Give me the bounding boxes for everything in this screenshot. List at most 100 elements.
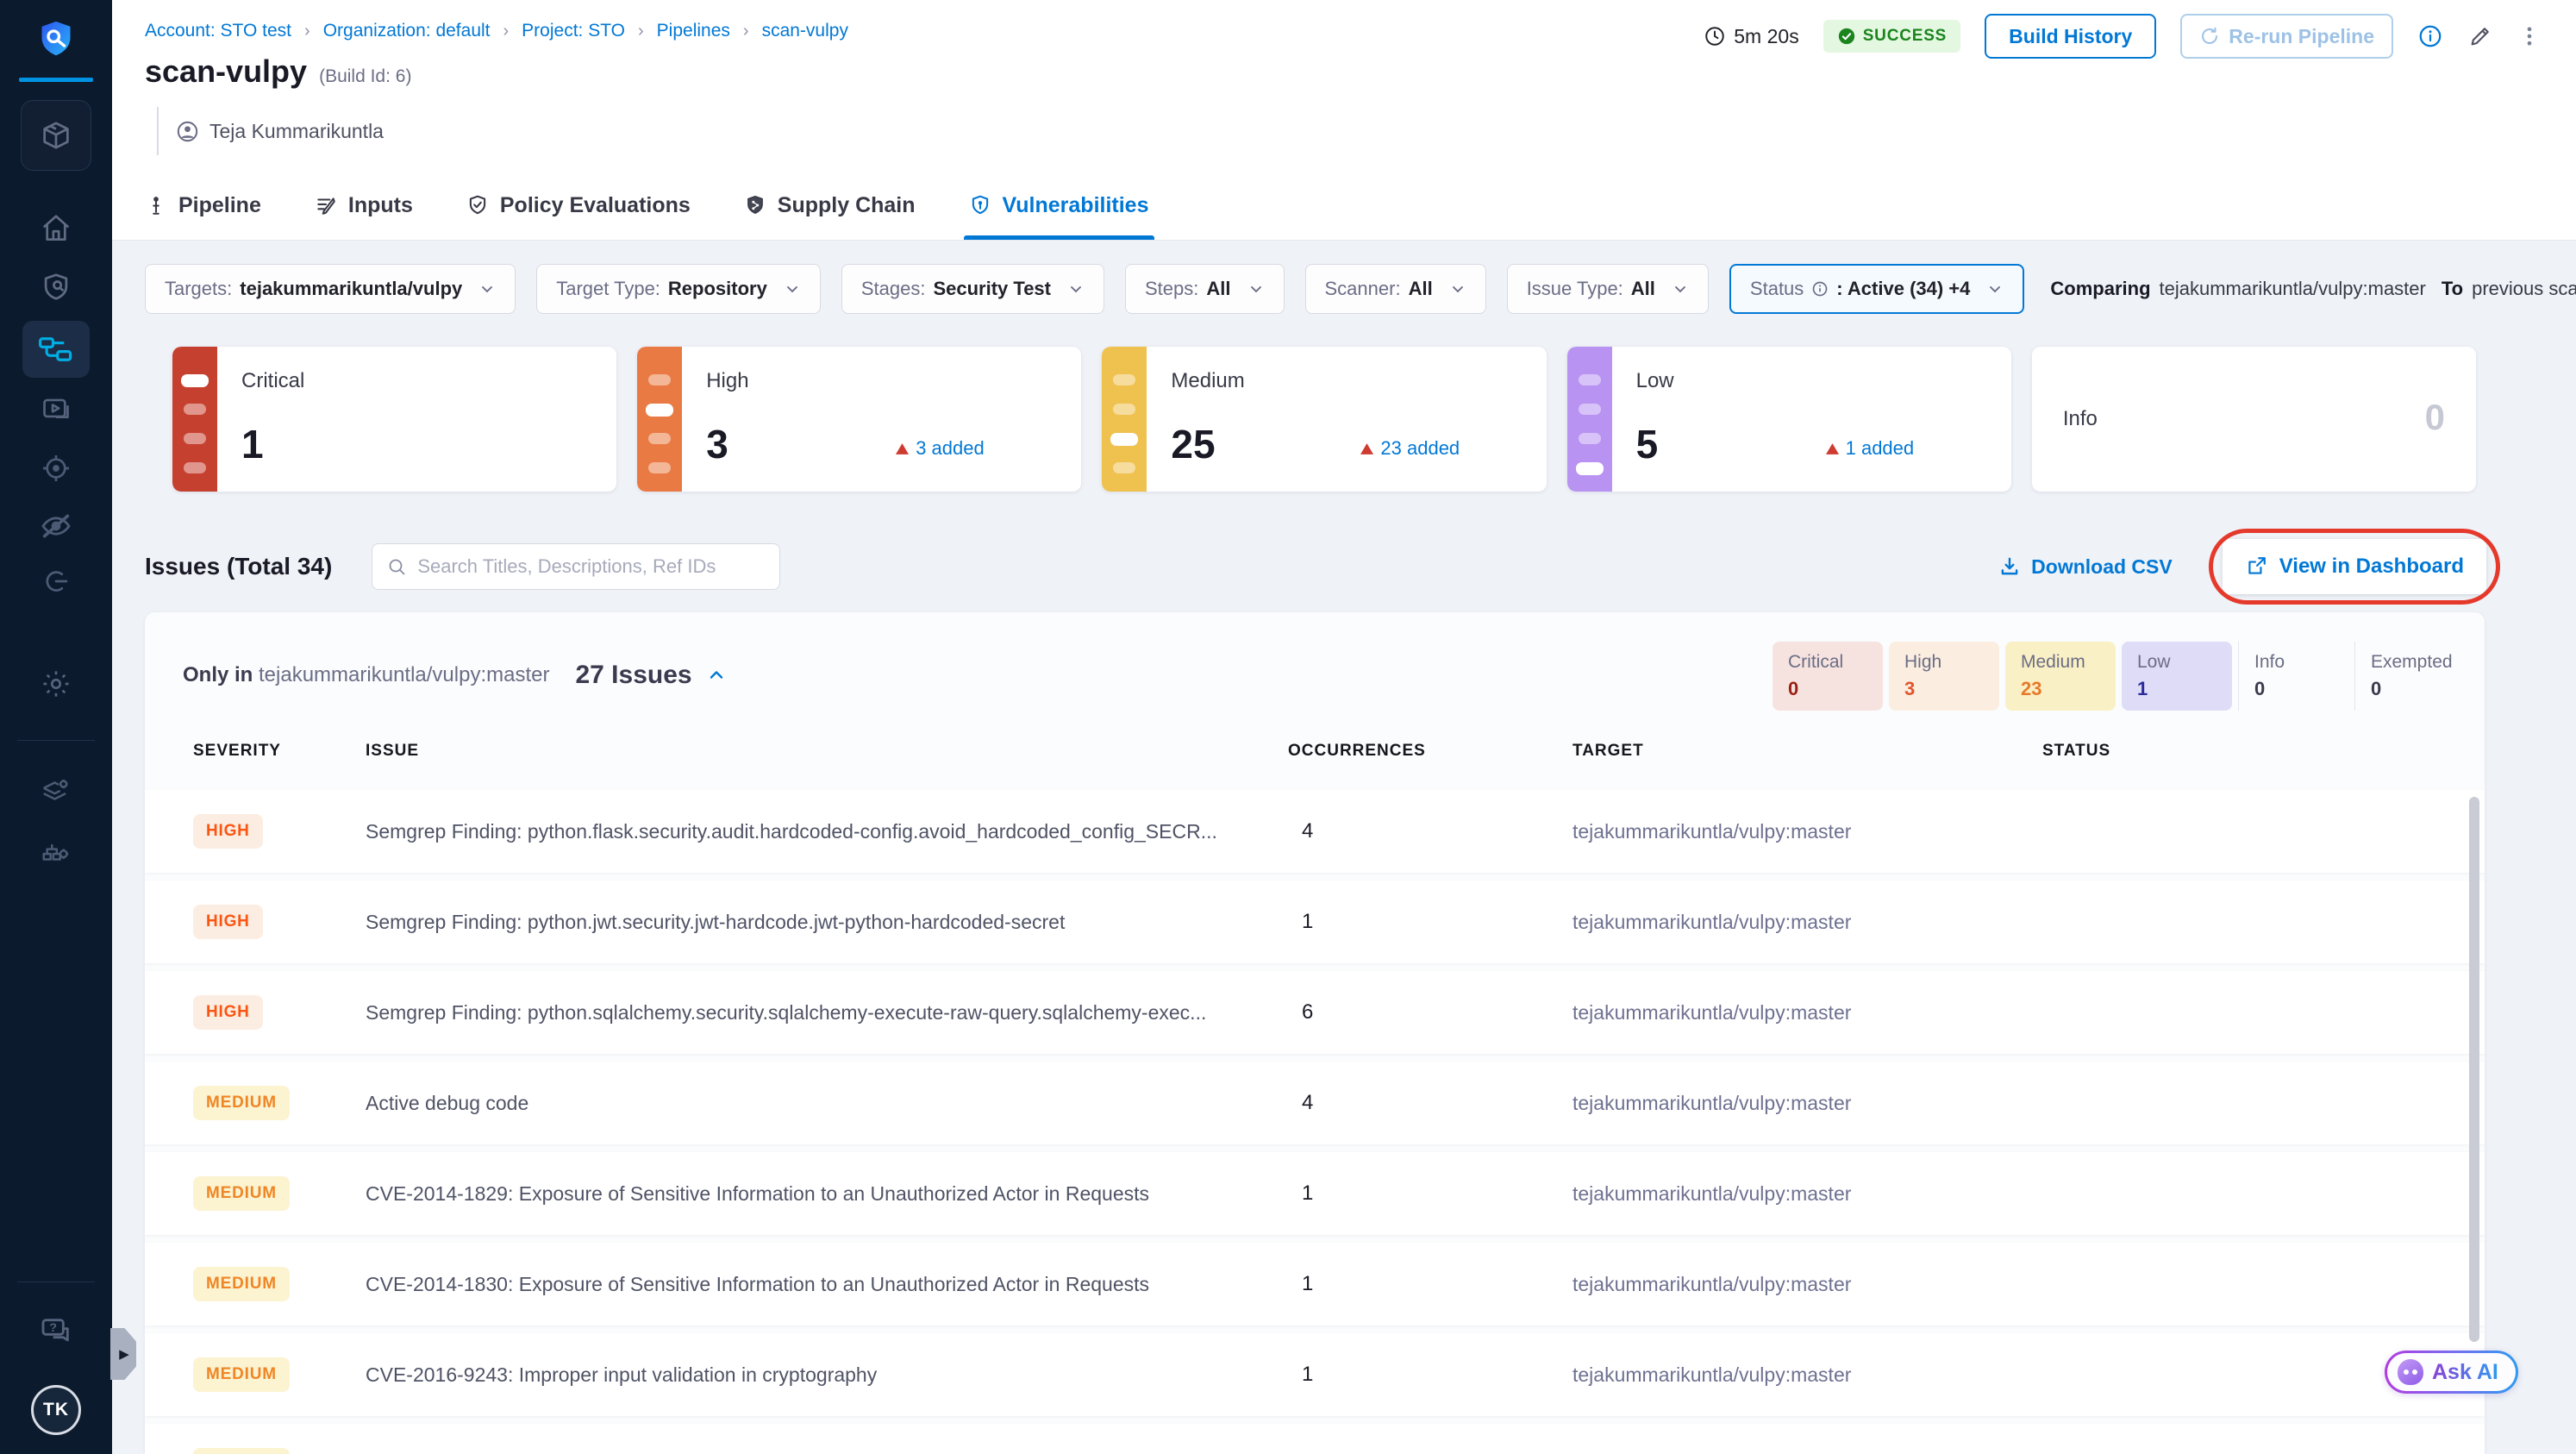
filter-targets[interactable]: Targets: tejakummarikuntla/vulpy bbox=[145, 264, 516, 314]
card-count: 25 bbox=[1171, 422, 1216, 467]
view-in-dashboard-button[interactable]: View in Dashboard bbox=[2222, 539, 2486, 594]
check-circle-icon bbox=[1838, 28, 1854, 45]
download-csv-button[interactable]: Download CSV bbox=[1998, 555, 2173, 579]
ask-ai-button[interactable]: Ask AI bbox=[2385, 1351, 2518, 1394]
filter-steps[interactable]: Steps: All bbox=[1125, 264, 1285, 314]
severity-badge: MEDIUM bbox=[193, 1267, 290, 1301]
vertical-scrollbar[interactable] bbox=[2469, 797, 2479, 1342]
sidebar-item-scans[interactable] bbox=[0, 271, 112, 304]
sidebar-item-home[interactable] bbox=[0, 212, 112, 245]
group-header[interactable]: Only in tejakummarikuntla/vulpy:master 2… bbox=[183, 661, 727, 690]
table-row-partial[interactable]: MEDIUM bbox=[145, 1424, 2485, 1454]
table-row[interactable]: HIGH Semgrep Finding: python.flask.secur… bbox=[145, 790, 2485, 873]
inputs-tab-icon bbox=[317, 197, 335, 215]
table-row[interactable]: MEDIUM CVE-2014-1830: Exposure of Sensit… bbox=[145, 1243, 2485, 1326]
chevron-right-icon: ▶ bbox=[119, 1347, 129, 1362]
severity-badge: HIGH bbox=[193, 905, 263, 939]
sidebar-item-targets[interactable] bbox=[0, 452, 112, 485]
table-row[interactable]: HIGH Semgrep Finding: python.jwt.securit… bbox=[145, 881, 2485, 963]
download-icon bbox=[2001, 557, 2018, 575]
target-value: tejakummarikuntla/vulpy:master bbox=[1572, 1000, 1852, 1024]
filter-scanner[interactable]: Scanner: All bbox=[1304, 264, 1486, 314]
breadcrumb-separator: › bbox=[503, 21, 510, 41]
sidebar-item-default-settings[interactable] bbox=[0, 774, 112, 807]
col-status: STATUS bbox=[2042, 742, 2111, 760]
target-value: tejakummarikuntla/vulpy:master bbox=[1572, 910, 1852, 933]
tab-inputs[interactable]: Inputs bbox=[315, 171, 413, 240]
sidebar-item-tickets[interactable] bbox=[0, 566, 112, 597]
occurrences-value: 6 bbox=[1302, 1000, 1314, 1024]
card-count: 3 bbox=[706, 422, 728, 467]
severity-card-low[interactable]: Low 5 1 added bbox=[1566, 347, 2011, 492]
info-icon[interactable] bbox=[2417, 23, 2443, 49]
edit-pipeline-icon[interactable] bbox=[2467, 23, 2493, 49]
severity-badge: MEDIUM bbox=[193, 1086, 290, 1120]
tab-supply-chain[interactable]: Supply Chain bbox=[744, 171, 916, 240]
chip-critical: Critical 0 bbox=[1773, 642, 1883, 711]
breadcrumb-pipeline-name[interactable]: scan-vulpy bbox=[762, 21, 848, 41]
filters-row: Targets: tejakummarikuntla/vulpy Target T… bbox=[145, 264, 2576, 314]
sto-logo-icon[interactable] bbox=[0, 19, 112, 59]
tab-vulnerabilities[interactable]: Vulnerabilities bbox=[963, 171, 1154, 240]
filter-issue-type[interactable]: Issue Type: All bbox=[1506, 264, 1709, 314]
active-module-underline bbox=[19, 78, 93, 82]
more-options-icon[interactable] bbox=[2517, 24, 2542, 48]
breadcrumb-project[interactable]: Project: STO bbox=[522, 21, 625, 41]
help-chat-icon: ? bbox=[41, 1319, 69, 1342]
occurrences-value: 1 bbox=[1302, 1181, 1314, 1205]
issue-title: Semgrep Finding: python.sqlalchemy.secur… bbox=[366, 1000, 1207, 1024]
target-value: tejakummarikuntla/vulpy:master bbox=[1572, 819, 1852, 843]
severity-card-high[interactable]: High 3 3 added bbox=[637, 347, 1082, 492]
tab-pipeline[interactable]: Pipeline bbox=[145, 171, 261, 240]
severity-card-critical[interactable]: Critical 1 bbox=[172, 347, 617, 492]
table-row[interactable]: HIGH Semgrep Finding: python.sqlalchemy.… bbox=[145, 971, 2485, 1054]
table-row[interactable]: MEDIUM CVE-2016-9243: Improper input val… bbox=[145, 1333, 2485, 1416]
build-history-button[interactable]: Build History bbox=[1985, 14, 2157, 59]
card-delta: 3 added bbox=[896, 437, 985, 460]
user-avatar[interactable]: TK bbox=[31, 1385, 81, 1435]
table-row[interactable]: MEDIUM Active debug code 4 tejakummariku… bbox=[145, 1062, 2485, 1144]
layers-gear-icon bbox=[43, 780, 68, 800]
sidebar-item-exemptions[interactable] bbox=[0, 509, 112, 543]
tab-policy-evaluations[interactable]: Policy Evaluations bbox=[466, 171, 691, 240]
build-id-label: (Build Id: 6) bbox=[319, 66, 412, 86]
chevron-down-icon bbox=[1452, 286, 1463, 293]
severity-card-info[interactable]: Info 0 bbox=[2031, 347, 2477, 492]
filter-target-type[interactable]: Target Type: Repository bbox=[536, 264, 821, 314]
info-icon bbox=[1812, 281, 1828, 297]
search-input[interactable] bbox=[417, 555, 766, 578]
refresh-icon bbox=[2202, 27, 2218, 44]
breadcrumb: Account: STO test › Organization: default… bbox=[145, 21, 848, 41]
breadcrumb-separator: › bbox=[638, 21, 644, 41]
module-selector-button[interactable] bbox=[21, 100, 91, 171]
breadcrumb-pipelines[interactable]: Pipelines bbox=[657, 21, 730, 41]
sidebar-item-org-settings[interactable] bbox=[0, 835, 112, 868]
filter-status[interactable]: Status : Active (34) +4 bbox=[1729, 264, 2025, 314]
filter-stages[interactable]: Stages: Security Test bbox=[841, 264, 1104, 314]
sidebar-item-pipelines[interactable] bbox=[22, 321, 90, 378]
policy-shield-icon bbox=[469, 195, 486, 215]
breadcrumb-account[interactable]: Account: STO test bbox=[145, 21, 291, 41]
chip-info: Info 0 bbox=[2238, 642, 2348, 711]
table-row[interactable]: MEDIUM CVE-2014-1829: Exposure of Sensit… bbox=[145, 1152, 2485, 1235]
low-strip bbox=[1566, 347, 1612, 492]
sidebar-item-settings[interactable] bbox=[0, 667, 112, 700]
sidebar-item-executions[interactable] bbox=[0, 393, 112, 426]
issue-title: Semgrep Finding: python.jwt.security.jwt… bbox=[366, 910, 1066, 933]
issues-search[interactable] bbox=[372, 543, 781, 590]
target-value: tejakummarikuntla/vulpy:master bbox=[1572, 1091, 1852, 1114]
rerun-pipeline-button[interactable]: Re-run Pipeline bbox=[2180, 14, 2393, 59]
issue-title: Semgrep Finding: python.flask.security.a… bbox=[366, 819, 1217, 843]
external-link-icon bbox=[2248, 557, 2266, 574]
sidebar-item-help[interactable]: ? bbox=[0, 1314, 112, 1349]
breadcrumb-org[interactable]: Organization: default bbox=[323, 21, 491, 41]
occurrences-value: 1 bbox=[1302, 910, 1314, 933]
chevron-down-icon bbox=[1675, 286, 1685, 293]
chip-high: High 3 bbox=[1889, 642, 1999, 711]
target-value: tejakummarikuntla/vulpy:master bbox=[1572, 1181, 1852, 1205]
clock-icon bbox=[1705, 27, 1724, 46]
comparing-label: Comparing tejakummarikuntla/vulpy:master… bbox=[2050, 278, 2576, 299]
svg-text:?: ? bbox=[49, 1321, 57, 1335]
chevron-up-icon[interactable] bbox=[706, 665, 727, 686]
severity-card-medium[interactable]: Medium 25 23 added bbox=[1102, 347, 1547, 492]
